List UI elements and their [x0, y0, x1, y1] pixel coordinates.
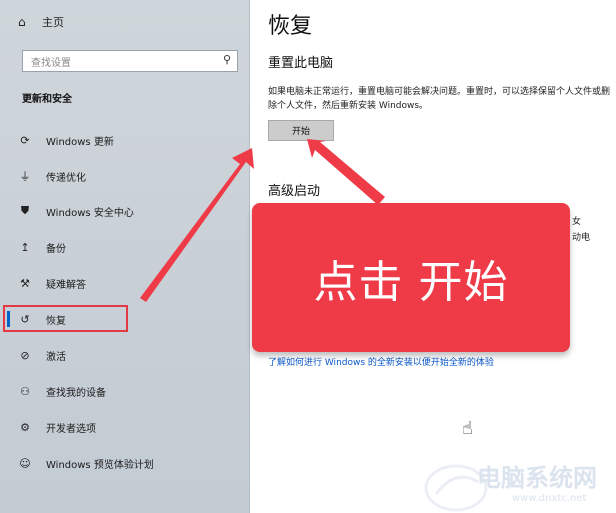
- hand-cursor-icon: ☝: [462, 418, 473, 439]
- watermark-url: www.dnxtc.net: [512, 493, 587, 504]
- click-start-callout: 点击 开始: [252, 203, 570, 352]
- watermark-text: 电脑系统网: [477, 464, 597, 492]
- arrow-from-callout: [307, 139, 385, 205]
- callout-text: 点击 开始: [313, 256, 509, 308]
- arrow-to-start-button: [140, 148, 254, 302]
